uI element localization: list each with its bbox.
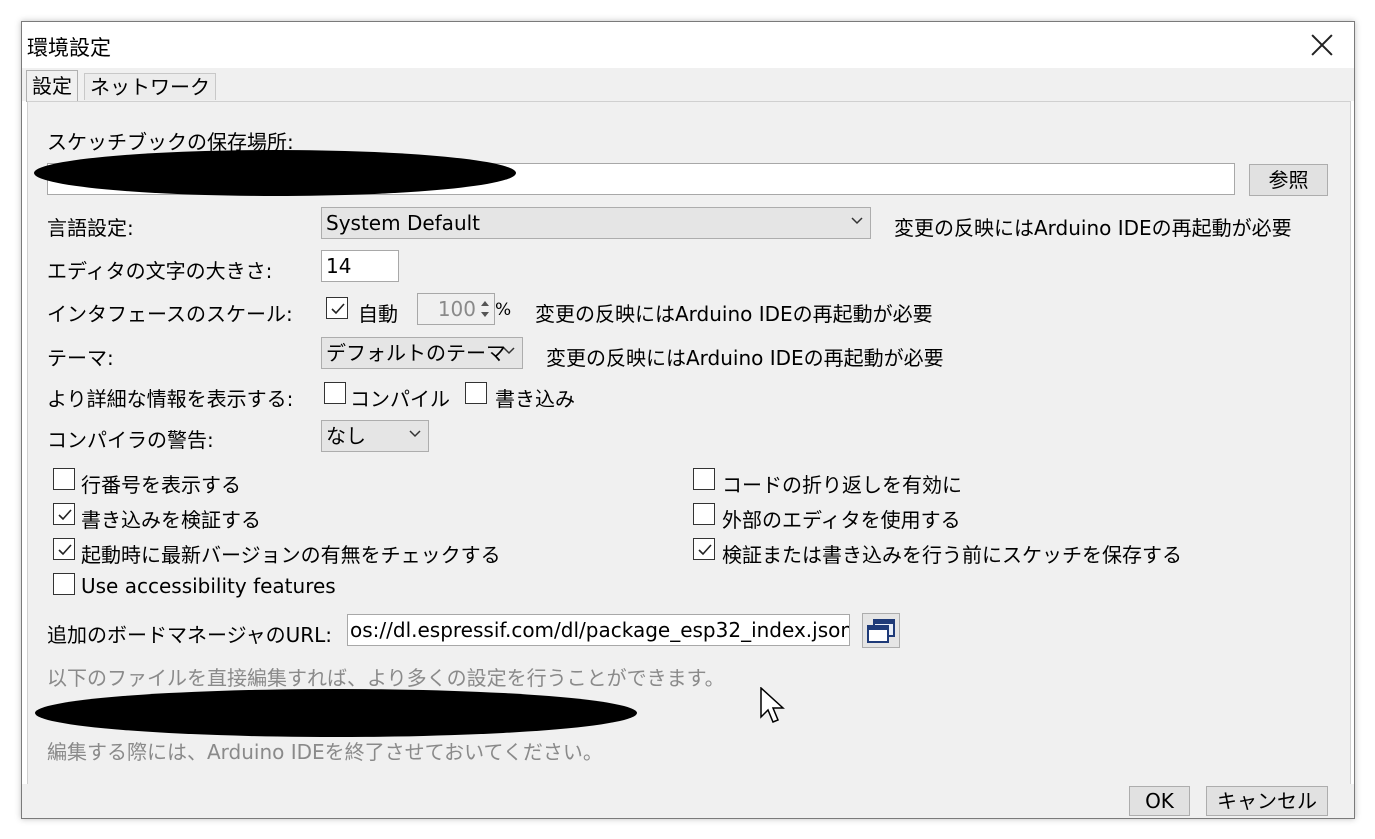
scale-note: 変更の反映にはArduino IDEの再起動が必要 bbox=[535, 302, 933, 326]
chevron-down-icon bbox=[503, 347, 515, 355]
tab-settings-label: 設定 bbox=[32, 74, 72, 98]
save-before-label: 検証または書き込みを行う前にスケッチを保存する bbox=[722, 543, 1182, 567]
checkmark-icon bbox=[331, 303, 345, 315]
line-numbers-checkbox[interactable] bbox=[53, 468, 75, 490]
tab-strip: 設定 ネットワーク bbox=[22, 68, 1354, 102]
check-updates-checkbox[interactable] bbox=[53, 538, 75, 560]
verbose-compile-label: コンパイル bbox=[350, 387, 450, 411]
spinner-arrows-icon[interactable] bbox=[478, 296, 492, 322]
verbose-label: より詳細な情報を表示する: bbox=[47, 387, 294, 411]
scale-auto-label: 自動 bbox=[358, 302, 398, 326]
browse-button[interactable]: 参照 bbox=[1249, 164, 1328, 196]
windows-icon bbox=[867, 619, 895, 643]
font-size-input[interactable]: 14 bbox=[321, 250, 399, 282]
board-urls-edit-button[interactable] bbox=[862, 613, 900, 648]
language-note: 変更の反映にはArduino IDEの再起動が必要 bbox=[894, 216, 1292, 240]
chevron-down-icon bbox=[851, 217, 863, 225]
check-updates-label: 起動時に最新バージョンの有無をチェックする bbox=[81, 543, 501, 567]
tab-settings[interactable]: 設定 bbox=[26, 70, 78, 102]
language-select[interactable]: System Default bbox=[321, 207, 871, 239]
warnings-select[interactable]: なし bbox=[321, 420, 429, 452]
theme-label: テーマ: bbox=[47, 346, 114, 370]
verbose-upload-label: 書き込み bbox=[495, 387, 575, 411]
language-select-value: System Default bbox=[326, 211, 481, 235]
cancel-button[interactable]: キャンセル bbox=[1206, 786, 1328, 816]
scale-unit: % bbox=[495, 300, 512, 320]
save-before-checkbox[interactable] bbox=[693, 538, 715, 560]
ok-button[interactable]: OK bbox=[1129, 786, 1190, 816]
theme-select[interactable]: デフォルトのテーマ bbox=[321, 337, 523, 369]
scale-label: インタフェースのスケール: bbox=[47, 302, 293, 326]
theme-select-value: デフォルトのテーマ bbox=[326, 341, 506, 365]
language-label: 言語設定: bbox=[47, 216, 134, 240]
mouse-pointer-icon bbox=[760, 687, 785, 723]
title-bar: 環境設定 bbox=[22, 22, 1354, 68]
verify-upload-checkbox[interactable] bbox=[53, 503, 75, 525]
close-icon[interactable] bbox=[1308, 31, 1336, 59]
verbose-upload-checkbox[interactable] bbox=[465, 382, 487, 404]
checkmark-icon bbox=[58, 509, 72, 521]
warnings-label: コンパイラの警告: bbox=[47, 428, 214, 452]
board-urls-label: 追加のボードマネージャのURL: bbox=[47, 623, 333, 647]
redaction-mark bbox=[35, 689, 637, 737]
theme-note: 変更の反映にはArduino IDEの再起動が必要 bbox=[546, 346, 944, 370]
external-editor-label: 外部のエディタを使用する bbox=[722, 508, 961, 532]
line-numbers-label: 行番号を表示する bbox=[81, 473, 241, 497]
window-title: 環境設定 bbox=[27, 36, 111, 60]
tab-network-label: ネットワーク bbox=[90, 75, 210, 99]
verify-upload-label: 書き込みを検証する bbox=[81, 508, 261, 532]
checkmark-icon bbox=[58, 544, 72, 556]
info-text-line1: 以下のファイルを直接編集すれば、より多くの設定を行うことができます。 bbox=[47, 666, 725, 690]
code-folding-checkbox[interactable] bbox=[693, 468, 715, 490]
verbose-compile-checkbox[interactable] bbox=[324, 382, 346, 404]
font-size-label: エディタの文字の大きさ: bbox=[47, 259, 273, 283]
info-text-line2: 編集する際には、Arduino IDEを終了させておいてください。 bbox=[47, 740, 603, 764]
preferences-dialog: 環境設定 設定 ネットワーク スケッチブックの保存場所: 参照 言語設定: Sy… bbox=[21, 21, 1355, 819]
checkmark-icon bbox=[698, 544, 712, 556]
warnings-select-value: なし bbox=[326, 424, 366, 448]
redaction-mark bbox=[34, 150, 516, 196]
chevron-down-icon bbox=[409, 430, 421, 438]
scale-value: 100 bbox=[437, 297, 476, 321]
code-folding-label: コードの折り返しを有効に bbox=[722, 473, 962, 497]
accessibility-checkbox[interactable] bbox=[53, 573, 75, 595]
scale-auto-checkbox[interactable] bbox=[326, 297, 348, 319]
external-editor-checkbox[interactable] bbox=[693, 503, 715, 525]
tab-network[interactable]: ネットワーク bbox=[84, 73, 216, 100]
accessibility-label: Use accessibility features bbox=[81, 574, 336, 598]
board-urls-input[interactable]: os://dl.espressif.com/dl/package_esp32_i… bbox=[347, 614, 850, 646]
